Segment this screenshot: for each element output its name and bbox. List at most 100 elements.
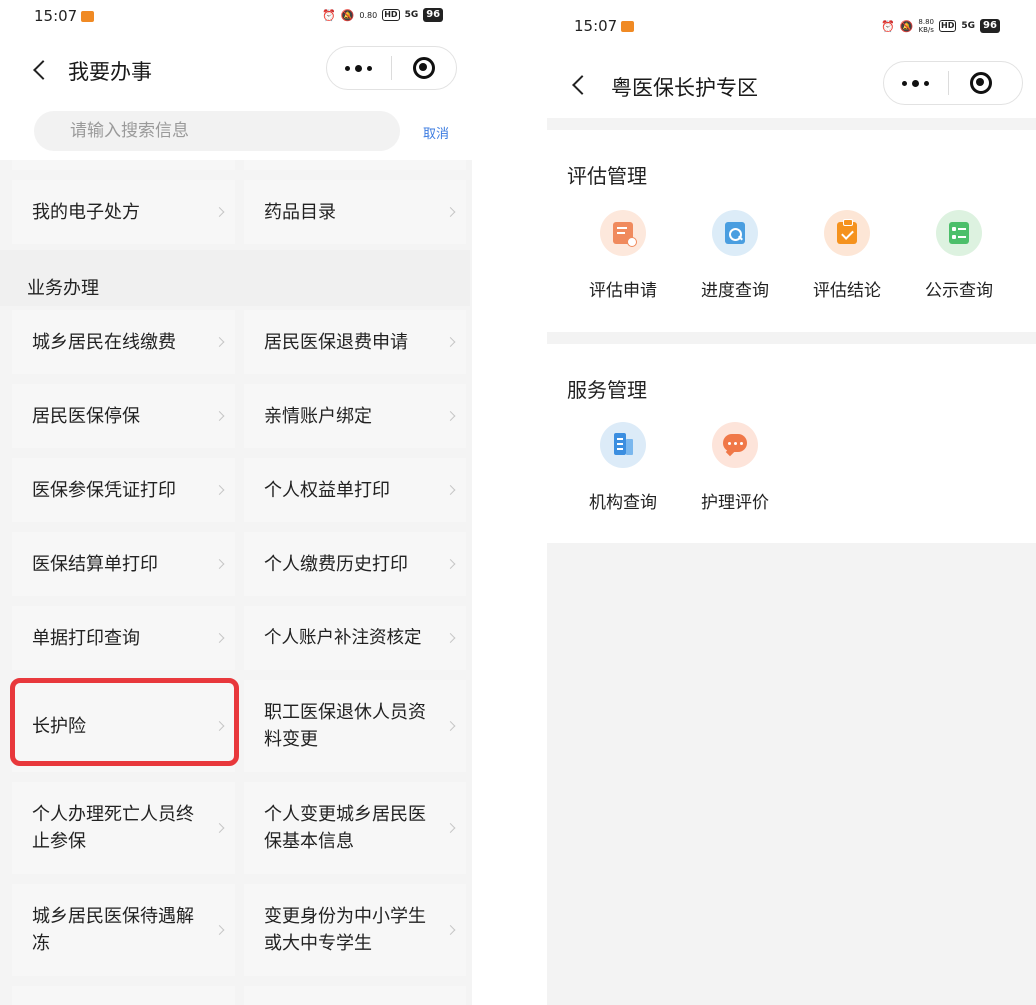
chevron-right-icon xyxy=(445,823,456,833)
care-evaluation-button[interactable]: 护理评价 xyxy=(679,422,791,513)
list-item[interactable]: 个人账户补注资核定 xyxy=(244,606,466,670)
search-document-icon xyxy=(712,210,758,256)
network-label: 5G xyxy=(404,10,419,20)
list-item[interactable]: 药品目录 xyxy=(244,180,466,244)
section-title: 业务办理 xyxy=(0,250,470,306)
list-item-partial xyxy=(12,160,235,170)
list-item-label: 职工医保退休人员资料变更 xyxy=(264,702,426,750)
list-item[interactable]: 单据打印查询 xyxy=(12,606,235,670)
list-item-label: 居民医保停保 xyxy=(32,405,140,427)
list-item-label: 我的电子处方 xyxy=(32,201,140,223)
section-title: 评估管理 xyxy=(567,164,647,188)
list-item[interactable]: 我的电子处方 xyxy=(12,180,235,244)
list-item[interactable]: 城乡居民医保待遇解冻 xyxy=(12,884,235,976)
list-item-label: 个人办理死亡人员终止参保 xyxy=(32,804,194,852)
checklist-icon xyxy=(936,210,982,256)
list-item[interactable]: 城乡居民在线缴费 xyxy=(12,310,235,374)
chevron-right-icon xyxy=(214,337,225,347)
chevron-right-icon xyxy=(445,925,456,935)
more-button[interactable] xyxy=(884,62,948,104)
search-input[interactable] xyxy=(34,111,400,151)
building-icon xyxy=(600,422,646,468)
battery-icon: 96 xyxy=(423,8,444,22)
list-item-label: 单据打印查询 xyxy=(32,627,140,649)
chevron-right-icon xyxy=(214,411,225,421)
alarm-icon: ⏰ xyxy=(322,8,336,22)
list-item-label: 城乡居民医保待遇解冻 xyxy=(32,906,194,954)
section-title: 服务管理 xyxy=(567,378,647,402)
more-dot-icon xyxy=(902,81,907,86)
close-dot-icon xyxy=(419,63,427,71)
notification-icon xyxy=(81,11,95,22)
back-arrow-icon[interactable] xyxy=(572,75,592,95)
close-button[interactable] xyxy=(392,47,456,89)
chevron-right-icon xyxy=(214,485,225,495)
list-item-label: 医保结算单打印 xyxy=(32,553,158,575)
list-item[interactable]: 亲情账户绑定 xyxy=(244,384,466,448)
left-screen: 15:07 ⏰ 🔕 0.80 HD 5G 96 我要办事 取消 xyxy=(0,0,472,1005)
notification-icon xyxy=(621,21,635,32)
list-item-label: 个人变更城乡居民医保基本信息 xyxy=(264,804,426,852)
mute-icon: 🔕 xyxy=(340,8,355,22)
assessment-section: 评估管理 评估申请 进度查询 评估结论 公示查询 xyxy=(547,130,1036,332)
list-item-partial xyxy=(244,160,466,170)
chevron-right-icon xyxy=(214,207,225,217)
header: 15:07 ⏰ 🔕 8.80 KB/s HD 5G 96 粤医保长护专区 xyxy=(547,0,1036,118)
list-item[interactable]: 个人权益单打印 xyxy=(244,458,466,522)
more-dot-icon xyxy=(924,81,929,86)
list-item-partial xyxy=(244,986,466,1005)
chevron-right-icon xyxy=(445,207,456,217)
close-button[interactable] xyxy=(949,62,1013,104)
page-title: 我要办事 xyxy=(68,60,152,84)
list-item-label: 个人权益单打印 xyxy=(264,479,390,501)
list-item[interactable]: 医保结算单打印 xyxy=(12,532,235,596)
assessment-application-button[interactable]: 评估申请 xyxy=(567,210,679,301)
progress-query-button[interactable]: 进度查询 xyxy=(679,210,791,301)
more-button[interactable] xyxy=(327,47,391,89)
assessment-result-button[interactable]: 评估结论 xyxy=(791,210,903,301)
list-item[interactable]: 居民医保退费申请 xyxy=(244,310,466,374)
chat-bubble-icon xyxy=(712,422,758,468)
list-item-partial xyxy=(12,986,235,1005)
chevron-right-icon xyxy=(445,633,456,643)
list-item[interactable]: 医保参保凭证打印 xyxy=(12,458,235,522)
back-arrow-icon[interactable] xyxy=(33,60,53,80)
list-item-label: 居民医保退费申请 xyxy=(264,331,408,353)
speed-readout: 0.80 xyxy=(359,10,378,20)
clipboard-check-icon xyxy=(824,210,870,256)
list-item[interactable]: 居民医保停保 xyxy=(12,384,235,448)
list-item[interactable]: 变更身份为中小学生或大中专学生 xyxy=(244,884,466,976)
status-bar: 15:07 ⏰ 🔕 0.80 HD 5G 96 xyxy=(0,5,472,35)
status-bar: 15:07 ⏰ 🔕 8.80 KB/s HD 5G 96 xyxy=(547,15,1036,45)
battery-icon: 96 xyxy=(980,19,1000,33)
list-item-label: 医保参保凭证打印 xyxy=(32,479,176,501)
function-label: 机构查询 xyxy=(589,493,657,513)
chevron-right-icon xyxy=(214,925,225,935)
cancel-button[interactable]: 取消 xyxy=(423,123,449,142)
chevron-right-icon xyxy=(445,721,456,731)
network-label: 5G xyxy=(961,21,975,31)
chevron-right-icon xyxy=(214,823,225,833)
mini-program-capsule xyxy=(883,61,1023,105)
chevron-right-icon xyxy=(214,633,225,643)
list-item[interactable]: 个人变更城乡居民医保基本信息 xyxy=(244,782,466,874)
alarm-icon: ⏰ xyxy=(881,19,895,33)
nav-bar: 粤医保长护专区 xyxy=(547,55,1036,115)
chevron-right-icon xyxy=(214,559,225,569)
list-item-label: 城乡居民在线缴费 xyxy=(32,331,176,353)
more-dot-icon xyxy=(367,66,372,71)
list-item-label: 药品目录 xyxy=(264,201,336,223)
page-title: 粤医保长护专区 xyxy=(611,76,758,100)
list-item[interactable]: 职工医保退休人员资料变更 xyxy=(244,680,466,772)
list-item[interactable]: 个人办理死亡人员终止参保 xyxy=(12,782,235,874)
list-item-label: 亲情账户绑定 xyxy=(264,405,372,427)
list-item[interactable]: 个人缴费历史打印 xyxy=(244,532,466,596)
status-time: 15:07 xyxy=(34,7,95,25)
close-dot-icon xyxy=(976,78,984,86)
function-label: 评估结论 xyxy=(813,281,881,301)
public-notice-query-button[interactable]: 公示查询 xyxy=(903,210,1015,301)
chevron-right-icon xyxy=(445,559,456,569)
institution-query-button[interactable]: 机构查询 xyxy=(567,422,679,513)
chevron-right-icon xyxy=(445,411,456,421)
status-icons: ⏰ 🔕 0.80 HD 5G 96 xyxy=(322,8,444,22)
